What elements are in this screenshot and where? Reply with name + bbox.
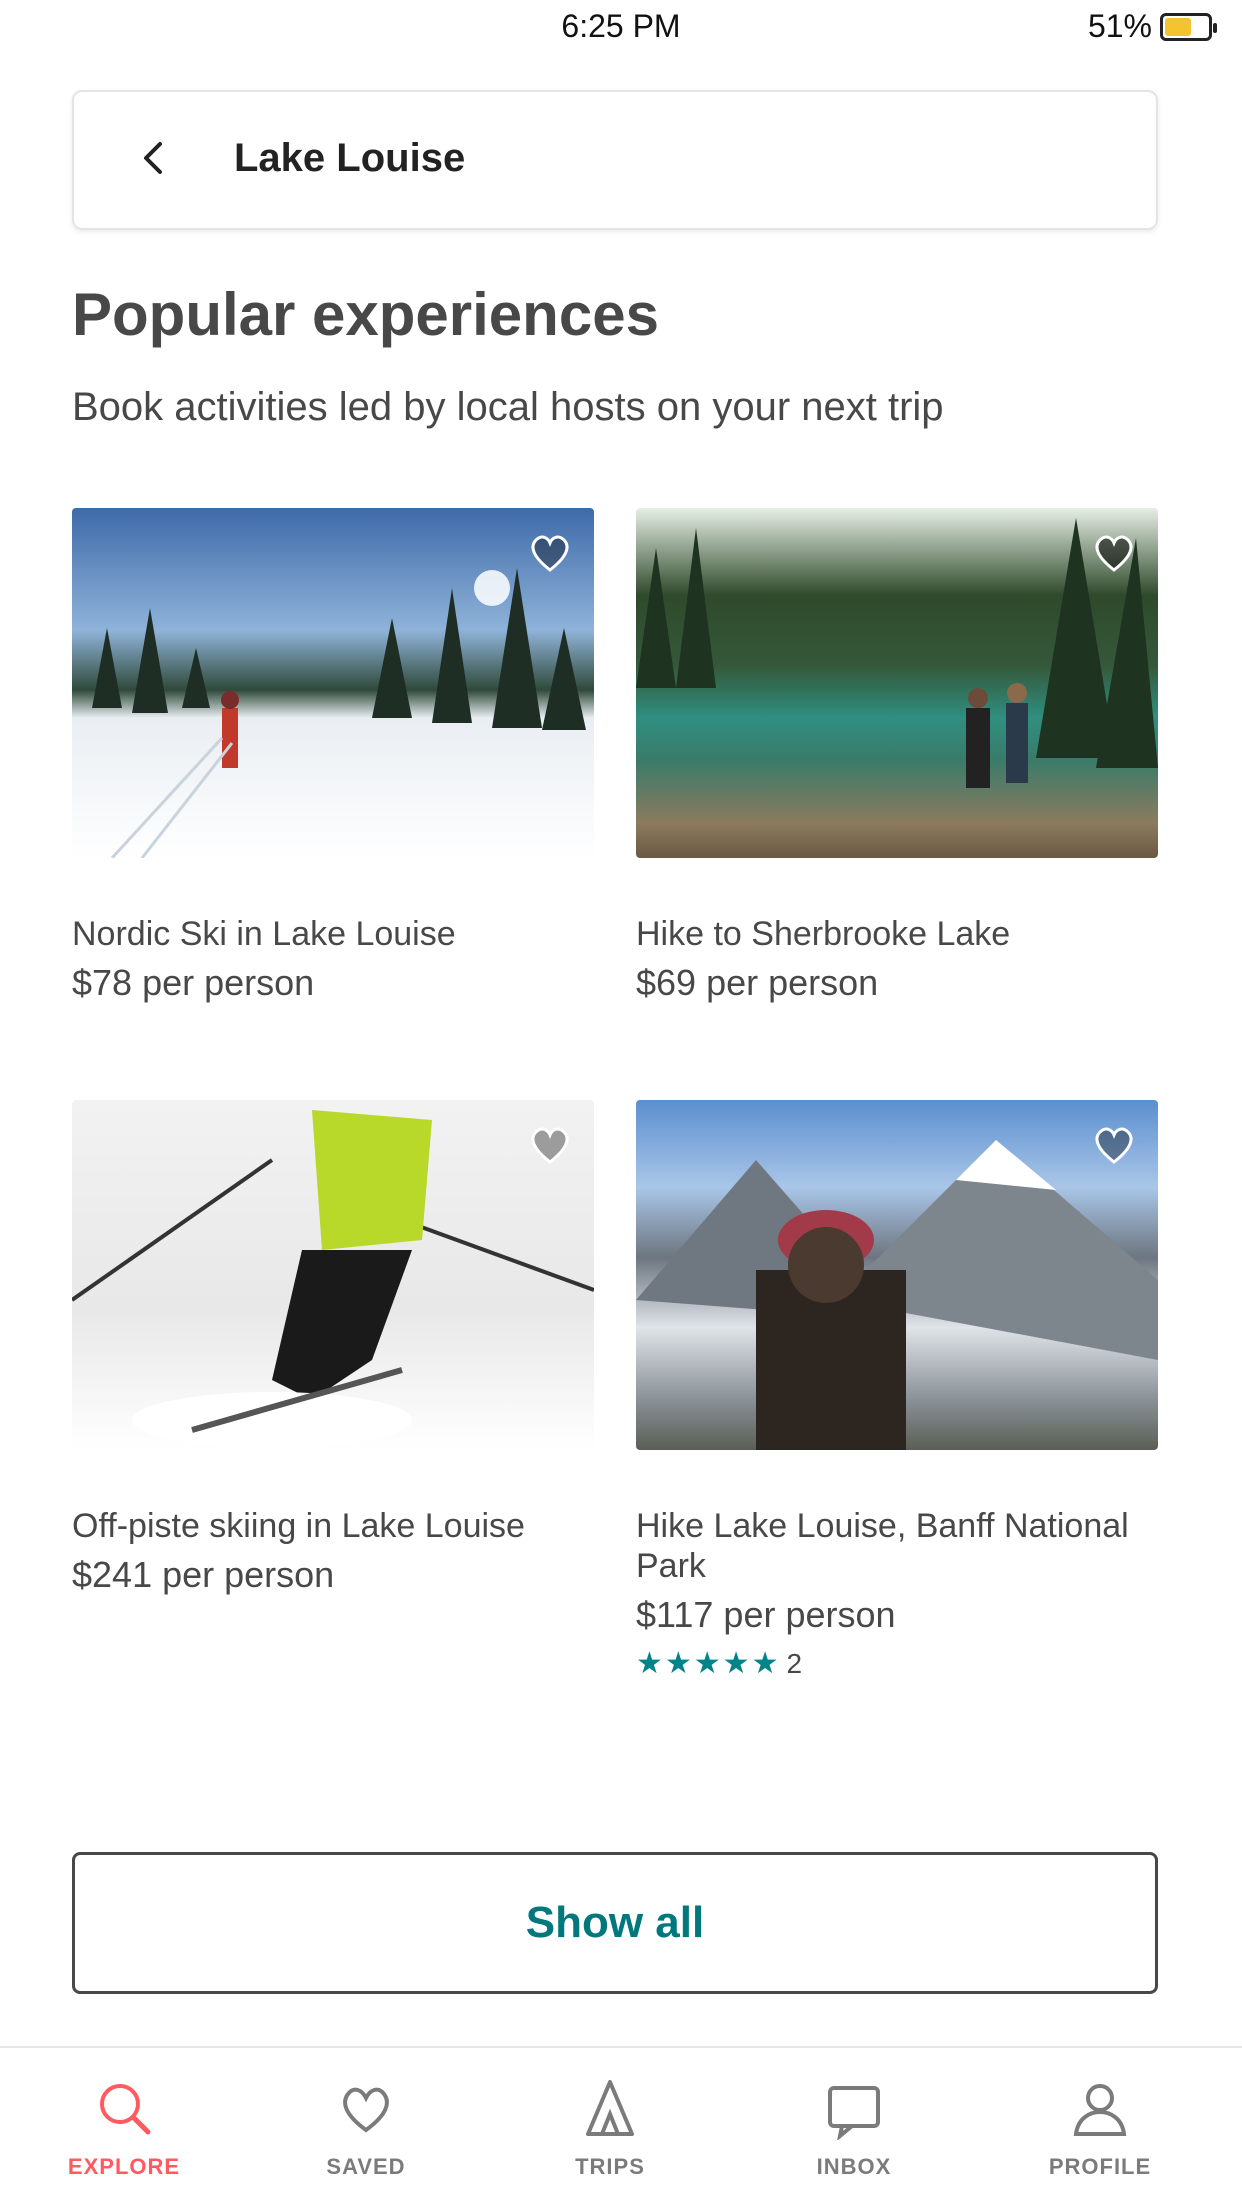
tab-explore[interactable]: EXPLORE	[34, 2076, 214, 2180]
card-price: $241 per person	[72, 1554, 335, 1595]
tab-profile[interactable]: PROFILE	[1010, 2076, 1190, 2180]
back-arrow-icon[interactable]	[134, 138, 174, 178]
search-field[interactable]: Lake Louise	[72, 90, 1158, 230]
tab-inbox[interactable]: INBOX	[764, 2076, 944, 2180]
tab-label: SAVED	[326, 2154, 406, 2179]
card-price: $78 per person	[72, 962, 315, 1003]
experience-image[interactable]	[72, 1100, 594, 1450]
save-heart-icon[interactable]	[1088, 1118, 1140, 1170]
experience-image[interactable]	[72, 508, 594, 858]
card-price: $69 per person	[636, 962, 879, 1003]
experience-image[interactable]	[636, 508, 1158, 858]
card-title: Nordic Ski in Lake Louise	[72, 915, 456, 953]
battery-status: 51%	[1087, 8, 1217, 45]
inbox-icon	[828, 2086, 880, 2140]
card-title: Off-piste skiing in Lake Louise	[72, 1507, 525, 1545]
tab-label: INBOX	[816, 2154, 892, 2179]
card-title: Hike Lake Louise, Banff National Park	[636, 1507, 1129, 1585]
tab-label: TRIPS	[575, 2154, 645, 2179]
save-heart-icon[interactable]	[524, 1118, 576, 1170]
rating: ★★★★★ 2	[636, 1646, 1158, 1681]
card-kicker	[636, 878, 1158, 908]
search-value[interactable]: Lake Louise	[234, 136, 465, 181]
battery-percent: 51%	[1087, 8, 1152, 44]
status-bar: 6:25 PM 51%	[0, 0, 1242, 52]
section-subtitle: Book activities led by local hosts on yo…	[72, 385, 944, 429]
tab-label: EXPLORE	[67, 2154, 181, 2179]
experience-card[interactable]: Hike to Sherbrooke Lake $69 per person	[636, 508, 1158, 1004]
bottom-tab-bar: EXPLORE SAVED TRIPS INBOX PROFILE	[0, 2046, 1242, 2210]
save-heart-icon[interactable]	[1088, 526, 1140, 578]
show-all-button[interactable]: Show all	[72, 1852, 1158, 1994]
card-price: $117 per person	[636, 1594, 896, 1635]
card-kicker	[72, 1470, 594, 1500]
battery-icon	[1160, 12, 1217, 41]
status-time: 6:25 PM	[561, 8, 681, 44]
experience-image[interactable]	[636, 1100, 1158, 1450]
tab-saved[interactable]: SAVED	[276, 2076, 456, 2180]
card-kicker	[72, 878, 594, 908]
card-kicker	[636, 1470, 1158, 1500]
heart-icon	[343, 2087, 389, 2133]
section-title: Popular experiences	[72, 281, 659, 348]
tab-label: PROFILE	[1048, 2154, 1152, 2179]
tab-trips[interactable]: TRIPS	[520, 2076, 700, 2180]
trips-icon	[586, 2080, 634, 2136]
search-icon	[100, 2084, 151, 2135]
experience-card[interactable]: Nordic Ski in Lake Louise $78 per person	[72, 508, 594, 1004]
experience-card[interactable]: Hike Lake Louise, Banff National Park $1…	[636, 1100, 1158, 1681]
star-rating-icons: ★★★★★	[636, 1647, 781, 1680]
profile-icon	[1073, 2084, 1127, 2136]
review-count: 2	[786, 1647, 803, 1679]
save-heart-icon[interactable]	[524, 526, 576, 578]
experience-card[interactable]: Off-piste skiing in Lake Louise $241 per…	[72, 1100, 594, 1596]
card-title: Hike to Sherbrooke Lake	[636, 915, 1011, 953]
